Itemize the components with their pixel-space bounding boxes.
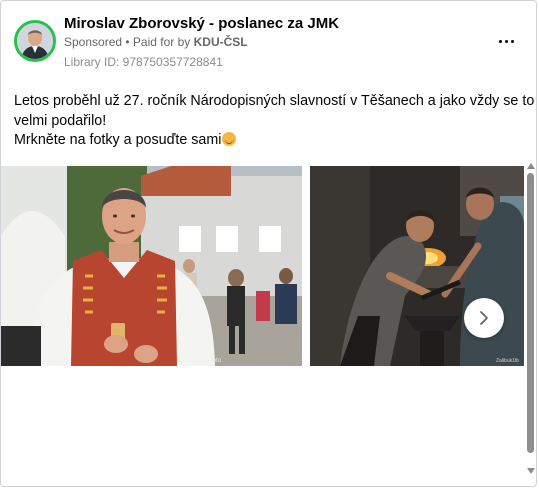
svg-text:foto: foto <box>211 358 222 364</box>
sponsored-meta: Sponsored • Paid for by KDU-ČSL <box>64 35 248 49</box>
sponsored-label: Sponsored <box>64 35 123 49</box>
library-id: Library ID: 978750357728841 <box>64 55 223 69</box>
photo-credit: Zalibuk1tb <box>496 358 519 364</box>
post-text-line: Letos proběhl už 27. ročník Národopisnýc… <box>14 93 535 109</box>
paid-for-prefix: Paid for by <box>132 35 191 49</box>
ad-card: Miroslav Zborovský - poslanec za JMK Spo… <box>0 0 537 487</box>
page-avatar[interactable] <box>14 20 56 62</box>
post-text: Letos proběhl už 27. ročník Národopisnýc… <box>14 92 535 151</box>
carousel-next-button[interactable] <box>464 298 504 338</box>
photo-carousel: foto Zalibuk1tb <box>1 166 524 366</box>
post-text-line-content: Mrkněte na fotky a posuďte sami <box>14 132 222 148</box>
more-options-button[interactable] <box>495 31 519 51</box>
post-text-line: velmi podařilo! <box>14 112 107 129</box>
payer-link[interactable]: KDU-ČSL <box>194 35 248 49</box>
vertical-scrollbar[interactable] <box>525 161 536 476</box>
scroll-thumb[interactable] <box>527 173 534 453</box>
chevron-right-icon <box>480 311 488 325</box>
scroll-up-arrow-icon[interactable] <box>527 163 535 169</box>
carousel-photo-folk-costume[interactable]: foto <box>1 166 302 366</box>
page-name[interactable]: Miroslav Zborovský - poslanec za JMK <box>64 15 339 32</box>
smiling-face-emoji-icon <box>222 132 237 146</box>
scroll-down-arrow-icon[interactable] <box>527 468 535 474</box>
post-text-line: Mrkněte na fotky a posuďte sami <box>14 131 524 151</box>
